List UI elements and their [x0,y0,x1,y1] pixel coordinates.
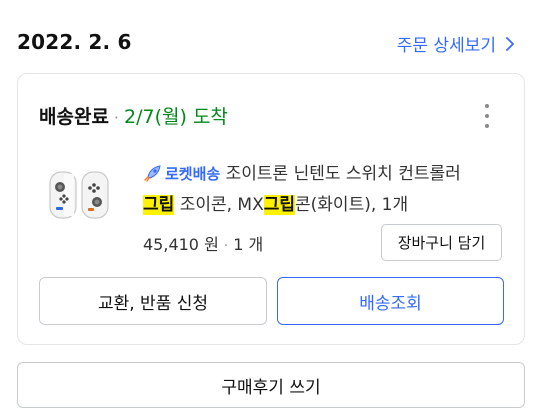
status-label: 배송완료 [39,106,109,128]
more-vertical-icon[interactable] [480,104,494,128]
order-detail-link-label: 주문 상세보기 [396,36,496,56]
product-name-part3: 콘(화이트), 1개 [295,195,409,215]
product-thumbnail[interactable] [44,160,114,230]
order-detail-link[interactable]: 주문 상세보기 [397,31,516,56]
delivery-status: 배송완료 · 2/7(월) 도착 [39,102,228,129]
search-highlight: 그립 [143,195,175,215]
rocket-delivery-badge: 로켓배송 [165,165,221,183]
order-date: 2022. 2. 6 [17,30,132,54]
product-name-part1: 조이트론 닌텐도 스위치 컨트롤러 [225,164,461,184]
chevron-right-icon [506,36,514,51]
rocket-icon [144,165,161,182]
product-name-part2: 조이콘, MX [179,195,264,215]
price-separator: · [223,238,229,254]
price: 45,410 원 [143,235,219,254]
write-review-button[interactable]: 구매후기 쓰기 [17,362,525,408]
search-highlight: 그립 [263,195,296,215]
add-to-cart-button[interactable]: 장바구니 담기 [381,224,502,261]
order-card: 배송완료 · 2/7(월) 도착 로켓배송 조이트론 닌텐도 스위치 컨트롤러 … [17,73,525,345]
quantity: 1 개 [233,235,264,254]
product-name[interactable]: 로켓배송 조이트론 닌텐도 스위치 컨트롤러 그립 조이콘, MX그립콘(화이트)… [143,159,513,221]
track-delivery-button[interactable]: 배송조회 [277,277,504,325]
exchange-return-button[interactable]: 교환, 반품 신청 [39,277,267,325]
arrival-date: 2/7(월) 도착 [124,106,228,128]
status-separator: · [113,108,120,127]
price-quantity: 45,410 원 · 1 개 [143,231,263,255]
